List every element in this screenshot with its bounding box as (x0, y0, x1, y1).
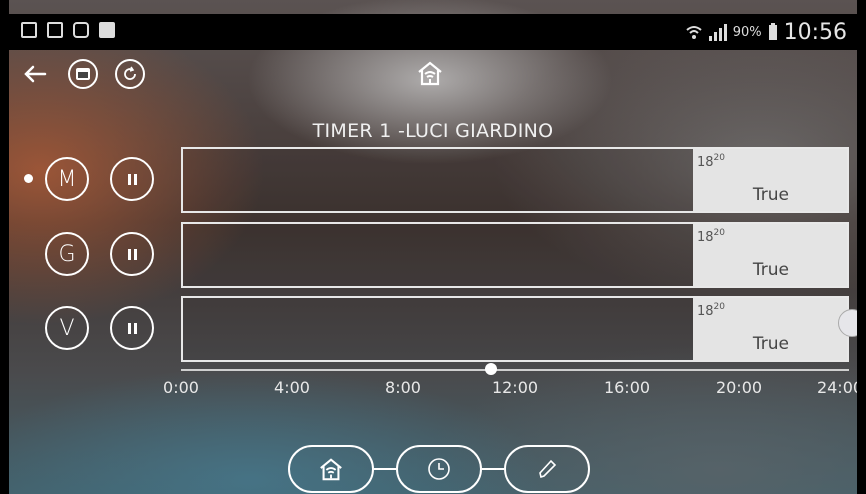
slot-start: 1820 (697, 153, 725, 170)
signal-icon (708, 23, 727, 41)
wifi-icon (686, 26, 702, 39)
day-button[interactable]: G (45, 232, 89, 276)
right-edge (857, 0, 866, 494)
slot-start: 1820 (697, 228, 725, 245)
pause-icon (126, 248, 138, 260)
time-axis (181, 369, 849, 371)
slot-value: True (752, 185, 789, 205)
nav-home-button[interactable] (288, 445, 374, 493)
timeline-track[interactable]: 1820 True (181, 296, 849, 362)
selected-indicator (24, 174, 33, 183)
pause-icon (126, 322, 138, 334)
day-row: G 1820 True (0, 222, 866, 288)
battery-icon (768, 23, 777, 40)
refresh-icon (124, 66, 136, 80)
time-slot[interactable]: 1820 True (693, 298, 847, 360)
pencil-icon (539, 459, 557, 479)
page-title: TIMER 1 -LUCI GIARDINO (312, 120, 554, 142)
pause-button[interactable] (110, 306, 154, 350)
clock-time: 10:56 (783, 19, 847, 45)
status-bar: 90% 10:56 (9, 14, 857, 50)
slot-start: 1820 (697, 302, 725, 319)
slot-value: True (752, 334, 789, 354)
calendar-button[interactable] (68, 59, 98, 89)
axis-tick: 8:00 (385, 378, 421, 397)
youtube-icon (99, 22, 115, 38)
time-slot[interactable]: 1820 True (693, 224, 847, 286)
pause-icon (126, 173, 138, 185)
nav-connector (482, 468, 504, 470)
clock-icon (428, 458, 450, 480)
time-slot[interactable]: 1820 True (693, 149, 847, 211)
axis-tick: 20:00 (715, 378, 763, 397)
nav-clock-button[interactable] (396, 445, 482, 493)
pause-button[interactable] (110, 232, 154, 276)
nav-connector (374, 468, 396, 470)
calendar-icon (76, 68, 90, 80)
slot-value: True (752, 260, 789, 280)
s-app-icon (73, 22, 89, 38)
current-time-marker[interactable] (485, 363, 497, 375)
left-edge (0, 0, 9, 494)
axis-tick: 12:00 (491, 378, 539, 397)
day-row: V 1820 True (0, 296, 866, 362)
app-screen: 90% 10:56 TIMER 1 -LUCI GIARDINO M 1820 … (0, 0, 866, 494)
battery-percent: 90% (732, 24, 762, 40)
bottom-nav (0, 445, 866, 494)
refresh-button[interactable] (115, 59, 145, 89)
image-icon (21, 22, 37, 38)
timeline-track[interactable]: 1820 True (181, 222, 849, 288)
arrow-left-icon[interactable] (23, 64, 47, 84)
day-row: M 1820 True (0, 147, 866, 213)
clipboard-icon (47, 22, 63, 38)
status-right: 90% 10:56 (685, 16, 847, 48)
axis-tick: 16:00 (603, 378, 651, 397)
day-button[interactable]: V (45, 306, 89, 350)
home-wifi-icon (320, 458, 342, 481)
timeline-track[interactable]: 1820 True (181, 147, 849, 213)
pause-button[interactable] (110, 157, 154, 201)
day-button[interactable]: M (45, 157, 89, 201)
axis-tick: 0:00 (163, 378, 199, 397)
axis-tick: 4:00 (274, 378, 310, 397)
home-wifi-icon[interactable] (416, 59, 444, 87)
top-bar (9, 50, 857, 100)
nav-edit-button[interactable] (504, 445, 590, 493)
